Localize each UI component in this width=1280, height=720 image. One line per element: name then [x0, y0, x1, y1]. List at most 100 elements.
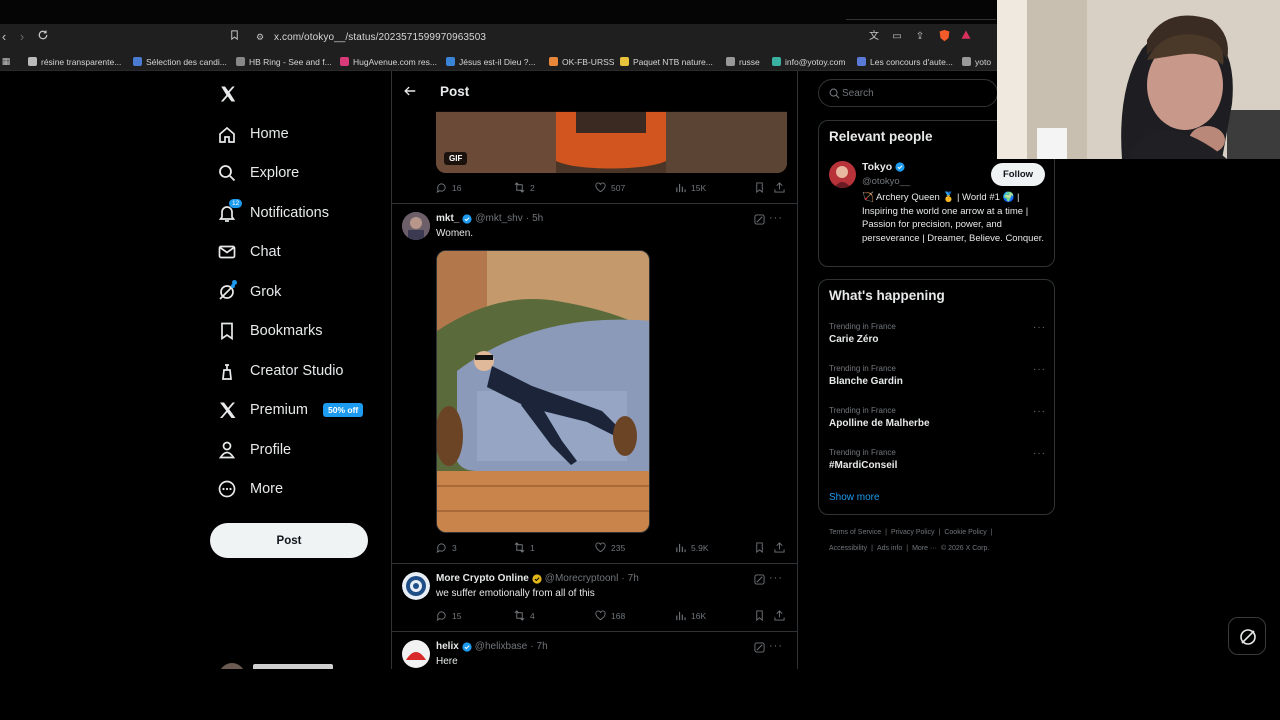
- reply-button[interactable]: 15: [436, 610, 461, 621]
- repost-button[interactable]: 1: [514, 542, 535, 553]
- tweet-photo[interactable]: [436, 250, 650, 533]
- cast-icon[interactable]: ▭: [889, 29, 905, 45]
- search-box[interactable]: Search: [818, 79, 998, 107]
- trend-item[interactable]: Trending in France #MardiConseil ···: [819, 448, 1054, 484]
- bookmark-item[interactable]: yoto: [962, 55, 991, 68]
- bookmark-item[interactable]: Paquet NTB nature...: [620, 55, 713, 68]
- follow-button[interactable]: Follow: [991, 163, 1045, 186]
- more-options-icon[interactable]: ···: [1033, 406, 1046, 417]
- translate-icon[interactable]: 文: [866, 29, 882, 45]
- author-handle[interactable]: @mkt_shv: [475, 213, 522, 224]
- bookmark-label: Sélection des candi...: [146, 56, 227, 67]
- views-button[interactable]: 5.9K: [675, 542, 709, 553]
- author-handle[interactable]: @helixbase: [475, 641, 527, 652]
- nav-label: Bookmarks: [250, 323, 323, 339]
- bookmark-button[interactable]: [754, 610, 765, 621]
- reload-icon[interactable]: [35, 29, 51, 45]
- bookmark-item[interactable]: russe: [726, 55, 760, 68]
- more-options-icon[interactable]: ···: [1033, 322, 1046, 333]
- footer-link[interactable]: © 2026 X Corp.: [941, 545, 989, 552]
- nav-item-premium[interactable]: Premium 50% off: [217, 398, 364, 422]
- views-button[interactable]: 16K: [675, 610, 706, 621]
- site-settings-icon[interactable]: ⚙: [252, 29, 268, 45]
- brave-rewards-icon[interactable]: [958, 29, 974, 45]
- person-handle[interactable]: @otokyo__: [862, 176, 910, 187]
- compose-post-button[interactable]: Post: [210, 523, 368, 558]
- author-name[interactable]: mkt_: [436, 213, 459, 224]
- bookmark-item[interactable]: Les concours d'aute...: [857, 55, 953, 68]
- bookmark-button[interactable]: [754, 182, 765, 193]
- more-options-icon[interactable]: ···: [1033, 448, 1046, 459]
- share-button[interactable]: [774, 182, 785, 193]
- avatar[interactable]: [829, 161, 856, 188]
- trend-item[interactable]: Trending in France Blanche Gardin ···: [819, 364, 1054, 400]
- more-options-icon[interactable]: ···: [769, 640, 783, 652]
- back-arrow-icon[interactable]: [403, 84, 417, 98]
- nav-item-profile[interactable]: Profile: [217, 438, 291, 462]
- nav-item-bookmarks[interactable]: Bookmarks: [217, 319, 323, 343]
- more-options-icon[interactable]: ···: [769, 212, 783, 224]
- grok-floating-button[interactable]: [1228, 617, 1266, 655]
- avatar[interactable]: [402, 212, 430, 240]
- bookmark-item[interactable]: Jésus est-il Dieu ?...: [446, 55, 536, 68]
- share-icon[interactable]: ⇪: [912, 29, 928, 45]
- x-logo[interactable]: [219, 85, 237, 103]
- show-more-link[interactable]: Show more: [829, 492, 880, 503]
- bookmark-item[interactable]: HB Ring - See and f...: [236, 55, 332, 68]
- bookmark-item[interactable]: Sélection des candi...: [133, 55, 227, 68]
- author-name[interactable]: More Crypto Online: [436, 573, 529, 584]
- bookmark-page-icon[interactable]: [226, 29, 242, 45]
- nav-item-notifications[interactable]: 12 Notifications: [217, 199, 329, 225]
- like-button[interactable]: 235: [595, 542, 625, 553]
- share-button[interactable]: [774, 610, 785, 621]
- more-options-icon[interactable]: ···: [1033, 364, 1046, 375]
- nav-item-more[interactable]: More: [217, 477, 283, 501]
- avatar[interactable]: [402, 640, 430, 668]
- reply-button[interactable]: 16: [436, 182, 461, 193]
- share-button[interactable]: [774, 542, 785, 553]
- bookmark-button[interactable]: [754, 542, 765, 553]
- forward-nav-icon[interactable]: ›: [14, 29, 30, 45]
- account-switcher[interactable]: [219, 663, 369, 669]
- footer-link[interactable]: Terms of Service: [829, 529, 881, 536]
- repost-button[interactable]: 4: [514, 610, 535, 621]
- repost-button[interactable]: 2: [514, 182, 535, 193]
- author-name[interactable]: helix: [436, 641, 459, 652]
- bookmark-item[interactable]: OK-FB-URSS: [549, 55, 614, 68]
- nav-item-grok[interactable]: Grok: [217, 280, 281, 304]
- timestamp[interactable]: 5h: [532, 213, 543, 224]
- trend-item[interactable]: Trending in France Carie Zéro ···: [819, 322, 1054, 358]
- footer-link[interactable]: More ···: [912, 545, 937, 552]
- avatar[interactable]: [402, 572, 430, 600]
- like-button[interactable]: 168: [595, 610, 625, 621]
- nav-item-home[interactable]: Home: [217, 122, 289, 146]
- grok-explain-icon[interactable]: [754, 642, 765, 653]
- timestamp[interactable]: 7h: [628, 573, 639, 584]
- reply-button[interactable]: 3: [436, 542, 457, 553]
- author-handle[interactable]: @Morecryptoonl: [545, 573, 619, 584]
- more-circle-icon: [218, 480, 236, 498]
- footer-link[interactable]: Privacy Policy: [891, 529, 935, 536]
- trend-item[interactable]: Trending in France Apolline de Malherbe ··…: [819, 406, 1054, 442]
- bookmark-item[interactable]: info@yotoy.com: [772, 55, 845, 68]
- like-button[interactable]: 507: [595, 182, 625, 193]
- bookmark-item[interactable]: résine transparente...: [28, 55, 121, 68]
- grok-explain-icon[interactable]: [754, 574, 765, 585]
- brave-shield-icon[interactable]: [936, 29, 952, 45]
- nav-item-creator-studio[interactable]: Creator Studio: [217, 359, 344, 383]
- back-nav-icon[interactable]: ‹: [0, 29, 12, 45]
- nav-item-chat[interactable]: Chat: [217, 240, 281, 264]
- bookmark-item[interactable]: HugAvenue.com res...: [340, 55, 437, 68]
- footer-link[interactable]: Cookie Policy: [944, 529, 986, 536]
- grok-explain-icon[interactable]: [754, 214, 765, 225]
- footer-link[interactable]: Accessibility: [829, 545, 867, 552]
- timestamp[interactable]: 7h: [537, 641, 548, 652]
- footer-link[interactable]: Ads info: [877, 545, 902, 552]
- nav-item-explore[interactable]: Explore: [217, 161, 299, 185]
- url-text[interactable]: x.com/otokyo__/status/202357159997096350…: [274, 32, 486, 43]
- more-options-icon[interactable]: ···: [769, 572, 783, 584]
- views-button[interactable]: 15K: [675, 182, 706, 193]
- gif-media[interactable]: GIF: [436, 111, 787, 173]
- apps-grid-icon[interactable]: ▦: [0, 53, 14, 69]
- person-name[interactable]: Tokyo: [862, 161, 892, 173]
